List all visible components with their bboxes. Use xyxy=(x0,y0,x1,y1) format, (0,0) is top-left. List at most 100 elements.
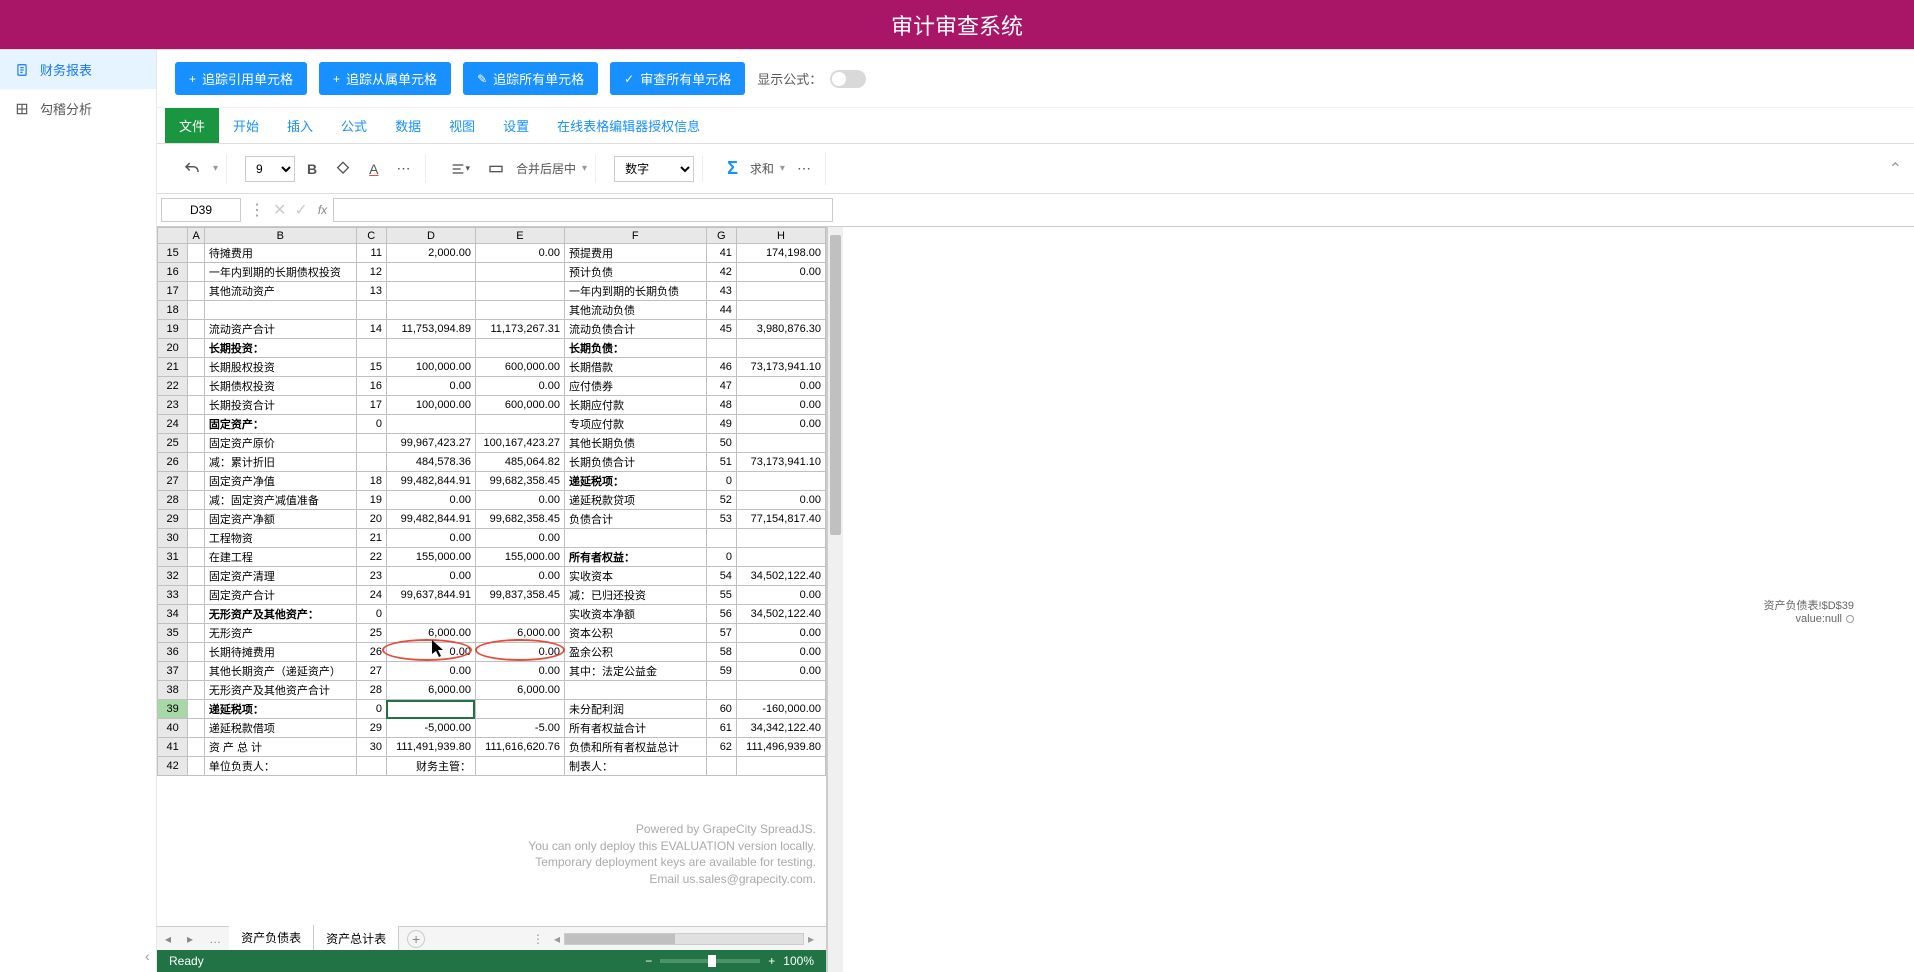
row-header[interactable]: 20 xyxy=(158,339,188,358)
cell[interactable] xyxy=(706,339,736,358)
cell[interactable]: 15 xyxy=(356,358,386,377)
cell[interactable] xyxy=(736,472,825,491)
horizontal-scrollbar[interactable] xyxy=(564,933,804,945)
cell[interactable]: 27 xyxy=(356,662,386,681)
cell[interactable]: 485,064.82 xyxy=(475,453,564,472)
cell[interactable]: 99,682,358.45 xyxy=(475,472,564,491)
cell[interactable]: 111,496,939.80 xyxy=(736,738,825,757)
cell[interactable]: 长期投资合计 xyxy=(204,396,356,415)
tab-insert[interactable]: 插入 xyxy=(273,108,327,143)
cell[interactable]: 155,000.00 xyxy=(475,548,564,567)
cell[interactable]: 长期负债： xyxy=(564,339,706,358)
cell[interactable]: 盈余公积 xyxy=(564,643,706,662)
trace-dep-button[interactable]: +追踪从属单元格 xyxy=(319,62,451,95)
row-header[interactable]: 17 xyxy=(158,282,188,301)
cell[interactable]: 25 xyxy=(356,624,386,643)
sheet-tab-balance[interactable]: 资产负债表 xyxy=(229,925,314,952)
cell[interactable]: 无形资产 xyxy=(204,624,356,643)
trace-node[interactable]: 资产负债表!$D$39 value:null xyxy=(1764,597,1854,625)
cell[interactable] xyxy=(356,434,386,453)
cell[interactable] xyxy=(188,396,205,415)
cell[interactable]: 所有者权益： xyxy=(564,548,706,567)
cell[interactable] xyxy=(564,529,706,548)
cell[interactable]: 0.00 xyxy=(736,396,825,415)
cell[interactable] xyxy=(356,757,386,776)
cell[interactable] xyxy=(188,377,205,396)
cell[interactable]: 23 xyxy=(356,567,386,586)
cell[interactable]: 43 xyxy=(706,282,736,301)
cell[interactable] xyxy=(475,282,564,301)
cell[interactable] xyxy=(188,548,205,567)
cell[interactable]: 16 xyxy=(356,377,386,396)
row-header[interactable]: 36 xyxy=(158,643,188,662)
cell[interactable] xyxy=(356,301,386,320)
cell[interactable]: 60 xyxy=(706,700,736,719)
cell[interactable]: 52 xyxy=(706,491,736,510)
row-header[interactable]: 37 xyxy=(158,662,188,681)
cell[interactable]: 22 xyxy=(356,548,386,567)
cell[interactable]: 固定资产原价 xyxy=(204,434,356,453)
cell[interactable]: 预计负债 xyxy=(564,263,706,282)
cell[interactable]: 3,980,876.30 xyxy=(736,320,825,339)
sheet-nav-next-icon[interactable]: ▸ xyxy=(179,932,201,946)
cell[interactable]: 固定资产净值 xyxy=(204,472,356,491)
cell[interactable]: 44 xyxy=(706,301,736,320)
name-box[interactable] xyxy=(161,198,241,222)
cell[interactable] xyxy=(475,415,564,434)
cell[interactable] xyxy=(736,339,825,358)
cell[interactable]: 单位负责人： xyxy=(204,757,356,776)
cell[interactable]: 固定资产净额 xyxy=(204,510,356,529)
cell[interactable] xyxy=(188,586,205,605)
cell[interactable]: 45 xyxy=(706,320,736,339)
cell[interactable]: 100,167,423.27 xyxy=(475,434,564,453)
cell[interactable] xyxy=(736,548,825,567)
cell[interactable]: 12 xyxy=(356,263,386,282)
row-header[interactable]: 21 xyxy=(158,358,188,377)
cell[interactable] xyxy=(188,567,205,586)
cell[interactable]: 28 xyxy=(356,681,386,700)
row-header[interactable]: 24 xyxy=(158,415,188,434)
cell[interactable] xyxy=(188,358,205,377)
cell[interactable]: 长期债权投资 xyxy=(204,377,356,396)
cell[interactable]: 99,482,844.91 xyxy=(386,510,475,529)
tab-formula[interactable]: 公式 xyxy=(327,108,381,143)
cell[interactable] xyxy=(475,700,564,719)
cell[interactable] xyxy=(356,453,386,472)
cell[interactable] xyxy=(188,491,205,510)
tab-view[interactable]: 视图 xyxy=(435,108,489,143)
cell[interactable] xyxy=(188,624,205,643)
cell[interactable] xyxy=(188,700,205,719)
cell[interactable]: 0 xyxy=(706,548,736,567)
cell[interactable]: 递延税款借项 xyxy=(204,719,356,738)
cell[interactable]: 应付债券 xyxy=(564,377,706,396)
cell[interactable]: 长期负债合计 xyxy=(564,453,706,472)
cell[interactable] xyxy=(736,757,825,776)
cell[interactable] xyxy=(736,529,825,548)
cell[interactable]: 0.00 xyxy=(386,643,475,662)
cell[interactable]: 资本公积 xyxy=(564,624,706,643)
cell[interactable]: 99,637,844.91 xyxy=(386,586,475,605)
cell[interactable]: 0.00 xyxy=(386,491,475,510)
cell[interactable] xyxy=(475,605,564,624)
cell[interactable]: 26 xyxy=(356,643,386,662)
row-header[interactable]: 42 xyxy=(158,757,188,776)
spreadsheet-grid[interactable]: A B C D E F G H 15 待摊费用112,000.000.00预提费… xyxy=(157,227,826,776)
cell[interactable]: 0.00 xyxy=(386,567,475,586)
row-header[interactable]: 31 xyxy=(158,548,188,567)
dropdown-icon[interactable]: ▾ xyxy=(582,163,587,174)
cell[interactable]: 固定资产清理 xyxy=(204,567,356,586)
cell[interactable]: 资 产 总 计 xyxy=(204,738,356,757)
cell[interactable]: 77,154,817.40 xyxy=(736,510,825,529)
cell[interactable] xyxy=(188,320,205,339)
cell[interactable] xyxy=(386,282,475,301)
cell[interactable]: 6,000.00 xyxy=(386,624,475,643)
audit-all-button[interactable]: ✓审查所有单元格 xyxy=(610,62,745,95)
cell[interactable]: 29 xyxy=(356,719,386,738)
number-format-select[interactable]: 数字 xyxy=(614,156,694,182)
col-header[interactable]: E xyxy=(475,228,564,244)
col-header[interactable]: F xyxy=(564,228,706,244)
cell[interactable]: 47 xyxy=(706,377,736,396)
trace-all-button[interactable]: ✎追踪所有单元格 xyxy=(463,62,598,95)
cell[interactable]: 其他长期资产（递延资产） xyxy=(204,662,356,681)
cell[interactable]: 0 xyxy=(356,700,386,719)
